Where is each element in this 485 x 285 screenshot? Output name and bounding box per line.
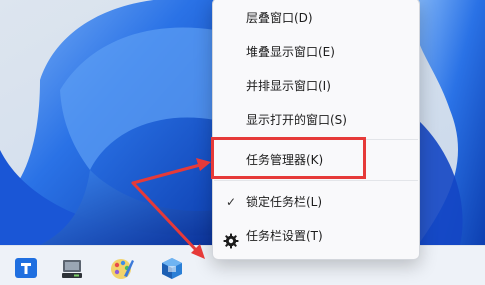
menu-item-label: 堆叠显示窗口(E) [246,45,335,59]
menu-item-show-open-windows[interactable]: 显示打开的窗口(S) [213,103,419,137]
menu-item-taskbar-settings[interactable]: 任务栏设置(T) [213,219,419,253]
taskbar-context-menu: 层叠窗口(D) 堆叠显示窗口(E) 并排显示窗口(I) 显示打开的窗口(S) 任… [212,0,420,260]
menu-item-cascade-windows[interactable]: 层叠窗口(D) [213,1,419,35]
gear-icon [223,228,239,249]
editor-app-icon[interactable] [12,254,40,282]
menu-item-lock-taskbar[interactable]: ✓ 锁定任务栏(L) [213,185,419,219]
package-app-icon[interactable] [158,254,186,282]
computer-app-icon[interactable] [58,254,86,282]
menu-item-stack-windows[interactable]: 堆叠显示窗口(E) [213,35,419,69]
checkmark-icon: ✓ [226,195,237,209]
menu-separator [214,180,418,181]
menu-item-label: 层叠窗口(D) [246,11,313,25]
annotation-highlight-box [211,137,366,179]
menu-item-label: 显示打开的窗口(S) [246,113,347,127]
menu-item-label: 任务栏设置(T) [246,229,323,243]
paint-app-icon[interactable] [108,254,136,282]
menu-item-side-by-side[interactable]: 并排显示窗口(I) [213,69,419,103]
menu-item-label: 并排显示窗口(I) [246,79,331,93]
menu-item-label: 锁定任务栏(L) [246,195,323,209]
